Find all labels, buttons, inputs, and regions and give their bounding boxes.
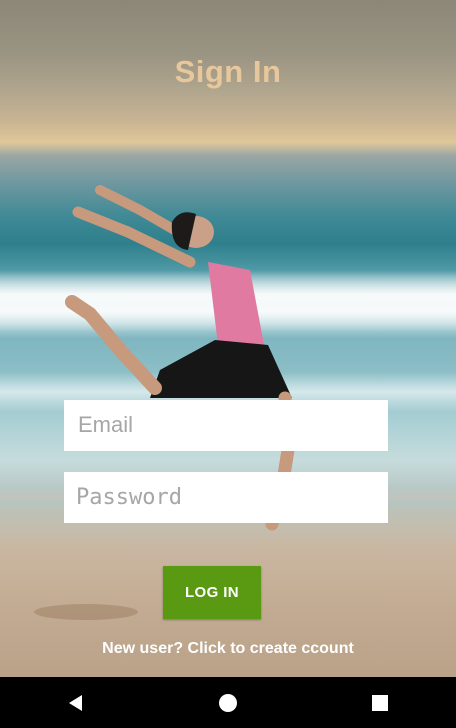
- login-button[interactable]: LOG IN: [163, 566, 261, 619]
- home-icon: [219, 693, 237, 712]
- password-field[interactable]: [64, 472, 388, 523]
- navigation-bar: [0, 677, 456, 728]
- back-button[interactable]: [16, 677, 136, 728]
- create-account-link[interactable]: New user? Click to create ccount: [0, 640, 456, 658]
- email-field[interactable]: [64, 400, 388, 451]
- home-button[interactable]: [168, 677, 288, 728]
- page-title: Sign In: [174, 54, 282, 89]
- recents-button[interactable]: [320, 677, 440, 728]
- back-icon: [69, 694, 82, 711]
- recents-icon: [372, 694, 388, 711]
